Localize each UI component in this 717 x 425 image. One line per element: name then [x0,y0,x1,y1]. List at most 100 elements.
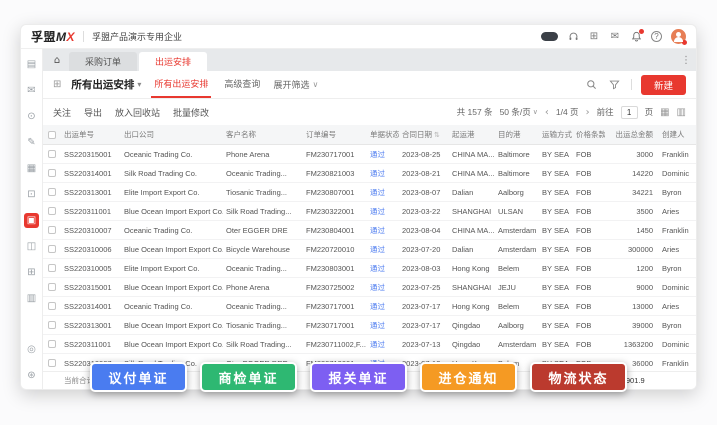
cell-status[interactable]: 通过 [367,263,399,274]
row-checkbox[interactable] [48,321,56,329]
archive-icon[interactable]: ▥ [24,291,39,306]
view-switch-icon[interactable]: ⊞ [53,71,61,98]
cell-status[interactable]: 通过 [367,225,399,236]
row-checkbox[interactable] [48,226,56,234]
goto-page-input[interactable] [621,106,638,119]
row-checkbox[interactable] [48,169,56,177]
col-contract-date[interactable]: 合同日期 ⇅ [399,129,449,140]
clock-icon[interactable]: ⊙ [24,109,39,124]
page-size-select[interactable]: 50 条/页 ∨ [500,106,538,118]
documents-icon[interactable]: ⊡ [24,187,39,202]
filter-funnel-icon[interactable] [608,78,622,92]
cell-export-company: Oceanic Trading Co. [121,302,223,311]
row-checkbox[interactable] [48,302,56,310]
col-contract-date-label: 合同日期 [402,129,432,140]
mail-icon[interactable]: ✉ [609,31,621,43]
avatar[interactable] [671,29,686,44]
profile-icon[interactable]: ◎ [24,342,39,357]
cell-order-no: FM230717001 [303,150,367,159]
cell-status[interactable]: 通过 [367,282,399,293]
reports-icon[interactable]: ⊞ [24,265,39,280]
cell-status[interactable]: 通过 [367,187,399,198]
cell-status[interactable]: 通过 [367,339,399,350]
cell-terms: FOB [573,283,605,292]
chevron-down-icon: ∨ [533,108,538,116]
fullscreen-icon[interactable]: ⊞ [588,31,600,43]
new-button[interactable]: 新建 [641,75,686,95]
sort-icon[interactable]: ⇅ [434,131,440,139]
cell-status[interactable]: 通过 [367,149,399,160]
cell-origin-port: SHANGHAI [449,283,495,292]
cell-dest-port: Belem [495,264,539,273]
mail-icon[interactable]: ✉ [24,83,39,98]
workbench-icon[interactable]: ▤ [24,57,39,72]
logo-x: X [67,30,76,44]
home-tab[interactable]: ⌂ [45,49,69,71]
shipping-module-icon[interactable]: ▣ [24,213,39,228]
cell-status[interactable]: 通过 [367,301,399,312]
customs-docs-button[interactable]: 报关单证 [310,362,407,392]
prev-page-button[interactable]: ‹ [545,107,549,118]
tab-purchase-orders[interactable]: 采购订单 [69,52,137,71]
negotiation-docs-button[interactable]: 议付单证 [90,362,187,392]
row-checkbox[interactable] [48,264,56,272]
subtab-advanced-query[interactable]: 高级查询 [221,71,263,98]
grid-view-icon[interactable]: ▦ [660,107,669,118]
main-content: ⌂ 采购订单 出运安排 ⋮ ⊞ 所有出运安排 ▾ 所有出运安排 高级查询 展开筛… [43,49,696,389]
headset-icon[interactable] [567,31,579,43]
table-row[interactable]: SS220314001 Oceanic Trading Co. Oceanic … [43,297,696,316]
table-row[interactable]: SS220313001 Elite Import Export Co. Tios… [43,183,696,202]
export-button[interactable]: 导出 [84,106,102,119]
table-row[interactable]: SS220310006 Blue Ocean Import Export Co.… [43,240,696,259]
row-checkbox[interactable] [48,340,56,348]
row-checkbox[interactable] [48,188,56,196]
logistics-status-button[interactable]: 物流状态 [530,362,627,392]
view-selector[interactable]: 所有出运安排 ▾ [71,71,141,98]
cell-customer: Oceanic Trading... [223,302,303,311]
row-checkbox[interactable] [48,245,56,253]
batch-edit-button[interactable]: 批量修改 [173,106,209,119]
col-origin-port: 起运港 [449,129,495,140]
table-row[interactable]: SS220311001 Blue Ocean Import Export Co.… [43,335,696,354]
cell-shipment-no: SS220310007 [61,226,121,235]
recycle-bin-button[interactable]: 放入回收站 [115,106,160,119]
cell-amount: 3000 [605,150,659,159]
table-row[interactable]: SS220313001 Blue Ocean Import Export Co.… [43,316,696,335]
tab-shipping-arrangement[interactable]: 出运安排 [139,52,207,71]
subtab-all-shipping[interactable]: 所有出运安排 [151,71,211,98]
expand-filter[interactable]: 展开筛选 ∨ [273,71,318,98]
table-row[interactable]: SS220314001 Silk Road Trading Co. Oceani… [43,164,696,183]
modules-icon[interactable]: ▦ [24,161,39,176]
help-icon[interactable]: ? [651,31,662,42]
edit-icon[interactable]: ✎ [24,135,39,150]
cell-status[interactable]: 通过 [367,320,399,331]
more-icon[interactable]: ⋮ [676,49,696,71]
inspection-docs-button[interactable]: 商检单证 [200,362,297,392]
cell-origin-port: SHANGHAI [449,207,495,216]
table-row[interactable]: SS220315001 Oceanic Trading Co. Phone Ar… [43,145,696,164]
row-checkbox[interactable] [48,207,56,215]
list-view-icon[interactable]: ▥ [677,107,686,118]
table-row[interactable]: SS220310005 Elite Import Export Co. Ocea… [43,259,696,278]
search-icon[interactable] [585,78,599,92]
follow-button[interactable]: 关注 [53,106,71,119]
next-page-button[interactable]: › [586,107,590,118]
cell-status[interactable]: 通过 [367,168,399,179]
sidebar: ▤ ✉ ⊙ ✎ ▦ ⊡ ▣ ◫ [21,49,43,389]
table-row[interactable]: SS220315001 Blue Ocean Import Export Co.… [43,278,696,297]
finance-icon[interactable]: ◫ [24,239,39,254]
theme-toggle[interactable] [541,32,558,41]
select-all-checkbox[interactable] [48,131,56,139]
row-checkbox[interactable] [48,283,56,291]
bell-icon[interactable] [630,31,642,43]
cell-status[interactable]: 通过 [367,244,399,255]
table-row[interactable]: SS220311001 Blue Ocean Import Export Co.… [43,202,696,221]
cell-contract-date: 2023-03-22 [399,207,449,216]
cell-order-no: FM230804001 [303,226,367,235]
row-checkbox[interactable] [48,150,56,158]
table-row[interactable]: SS220310007 Oceanic Trading Co. Oter EGG… [43,221,696,240]
cell-status[interactable]: 通过 [367,206,399,217]
cell-dest-port: ULSAN [495,207,539,216]
cell-amount: 34221 [605,188,659,197]
warehouse-notice-button[interactable]: 进仓通知 [420,362,517,392]
